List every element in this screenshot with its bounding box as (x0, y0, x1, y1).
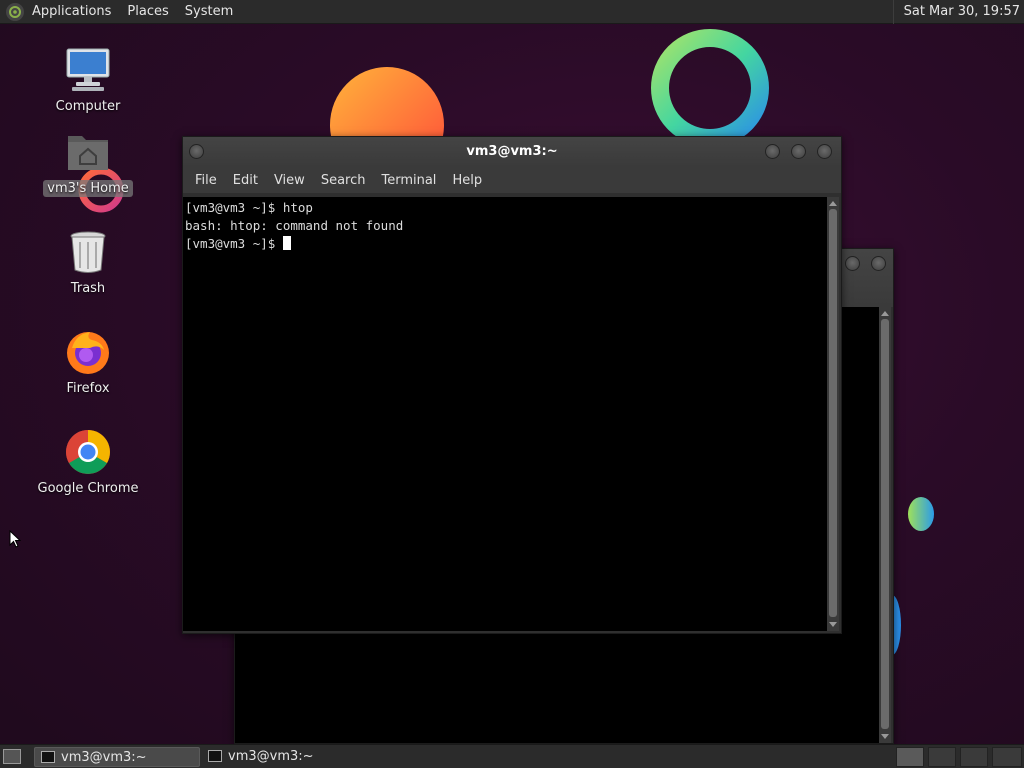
desktop-icon-label: vm3's Home (43, 180, 133, 197)
minimize-button[interactable] (845, 256, 860, 271)
bottom-panel: vm3@vm3:~ vm3@vm3:~ (0, 744, 1024, 768)
distro-logo-icon[interactable] (6, 2, 24, 21)
mouse-pointer-icon (9, 530, 21, 548)
desktop-icon-trash[interactable]: Trash (33, 228, 143, 297)
terminal-menubar: File Edit View Search Terminal Help (183, 167, 841, 193)
desktop-icon-computer[interactable]: Computer (33, 46, 143, 115)
taskbar-item-label: vm3@vm3:~ (61, 750, 147, 765)
clock[interactable]: Sat Mar 30, 19:57 (892, 0, 1024, 24)
taskbar-item-label: vm3@vm3:~ (228, 749, 314, 764)
desktop-icon-label: Trash (70, 281, 106, 296)
home-folder-icon (64, 128, 112, 176)
terminal-line: [vm3@vm3 ~]$ htop (185, 200, 313, 215)
terminal-line: [vm3@vm3 ~]$ (185, 236, 283, 251)
menu-edit[interactable]: Edit (225, 173, 266, 188)
window-title: vm3@vm3:~ (466, 144, 558, 159)
background-scrollbar[interactable] (879, 307, 891, 743)
desktop-icon-label: Firefox (66, 381, 110, 396)
top-panel: Applications Places System Sat Mar 30, 1… (0, 0, 1024, 24)
close-button[interactable] (817, 144, 832, 159)
menu-terminal[interactable]: Terminal (373, 173, 444, 188)
terminal-prompt-line: [vm3@vm3 ~]$ (185, 235, 825, 253)
window-menu-button[interactable] (189, 144, 204, 159)
desktop-icon-label: Google Chrome (37, 481, 139, 496)
menu-view[interactable]: View (266, 173, 313, 188)
system-menu[interactable]: System (177, 0, 241, 24)
maximize-button[interactable] (791, 144, 806, 159)
trash-icon (64, 228, 112, 276)
workspace-4[interactable] (992, 747, 1022, 767)
menu-search[interactable]: Search (313, 173, 374, 188)
text-cursor (282, 236, 291, 250)
chrome-icon (64, 428, 112, 476)
terminal-titlebar[interactable]: vm3@vm3:~ (183, 137, 841, 167)
menu-help[interactable]: Help (444, 173, 490, 188)
show-desktop-icon[interactable] (3, 749, 21, 764)
taskbar-item-terminal-1[interactable]: vm3@vm3:~ (34, 747, 200, 767)
taskbar-item-terminal-2[interactable]: vm3@vm3:~ (202, 747, 368, 767)
workspace-3[interactable] (960, 747, 988, 767)
desktop-icon-home[interactable]: vm3's Home (33, 128, 143, 197)
terminal-content[interactable]: [vm3@vm3 ~]$ htop bash: htop: command not… (183, 197, 827, 631)
scroll-thumb[interactable] (829, 209, 837, 617)
desktop-icon-label: Computer (55, 99, 121, 114)
terminal-icon (208, 750, 222, 762)
terminal-window[interactable]: vm3@vm3:~ File Edit View Search Terminal… (182, 136, 842, 634)
terminal-scrollbar[interactable] (827, 197, 839, 631)
scroll-up-icon[interactable] (829, 201, 837, 206)
terminal-icon (41, 751, 55, 763)
desktop-icon-firefox[interactable]: Firefox (33, 328, 143, 397)
desktop-icon-chrome[interactable]: Google Chrome (33, 428, 143, 497)
workspace-1[interactable] (896, 747, 924, 767)
workspace-2[interactable] (928, 747, 956, 767)
maximize-button[interactable] (871, 256, 886, 271)
terminal-line: bash: htop: command not found (185, 218, 404, 233)
applications-menu[interactable]: Applications (24, 0, 119, 24)
minimize-button[interactable] (765, 144, 780, 159)
computer-icon (64, 46, 112, 94)
places-menu[interactable]: Places (119, 0, 176, 24)
firefox-icon (64, 328, 112, 376)
scroll-down-icon[interactable] (829, 622, 837, 627)
menu-file[interactable]: File (187, 173, 225, 188)
